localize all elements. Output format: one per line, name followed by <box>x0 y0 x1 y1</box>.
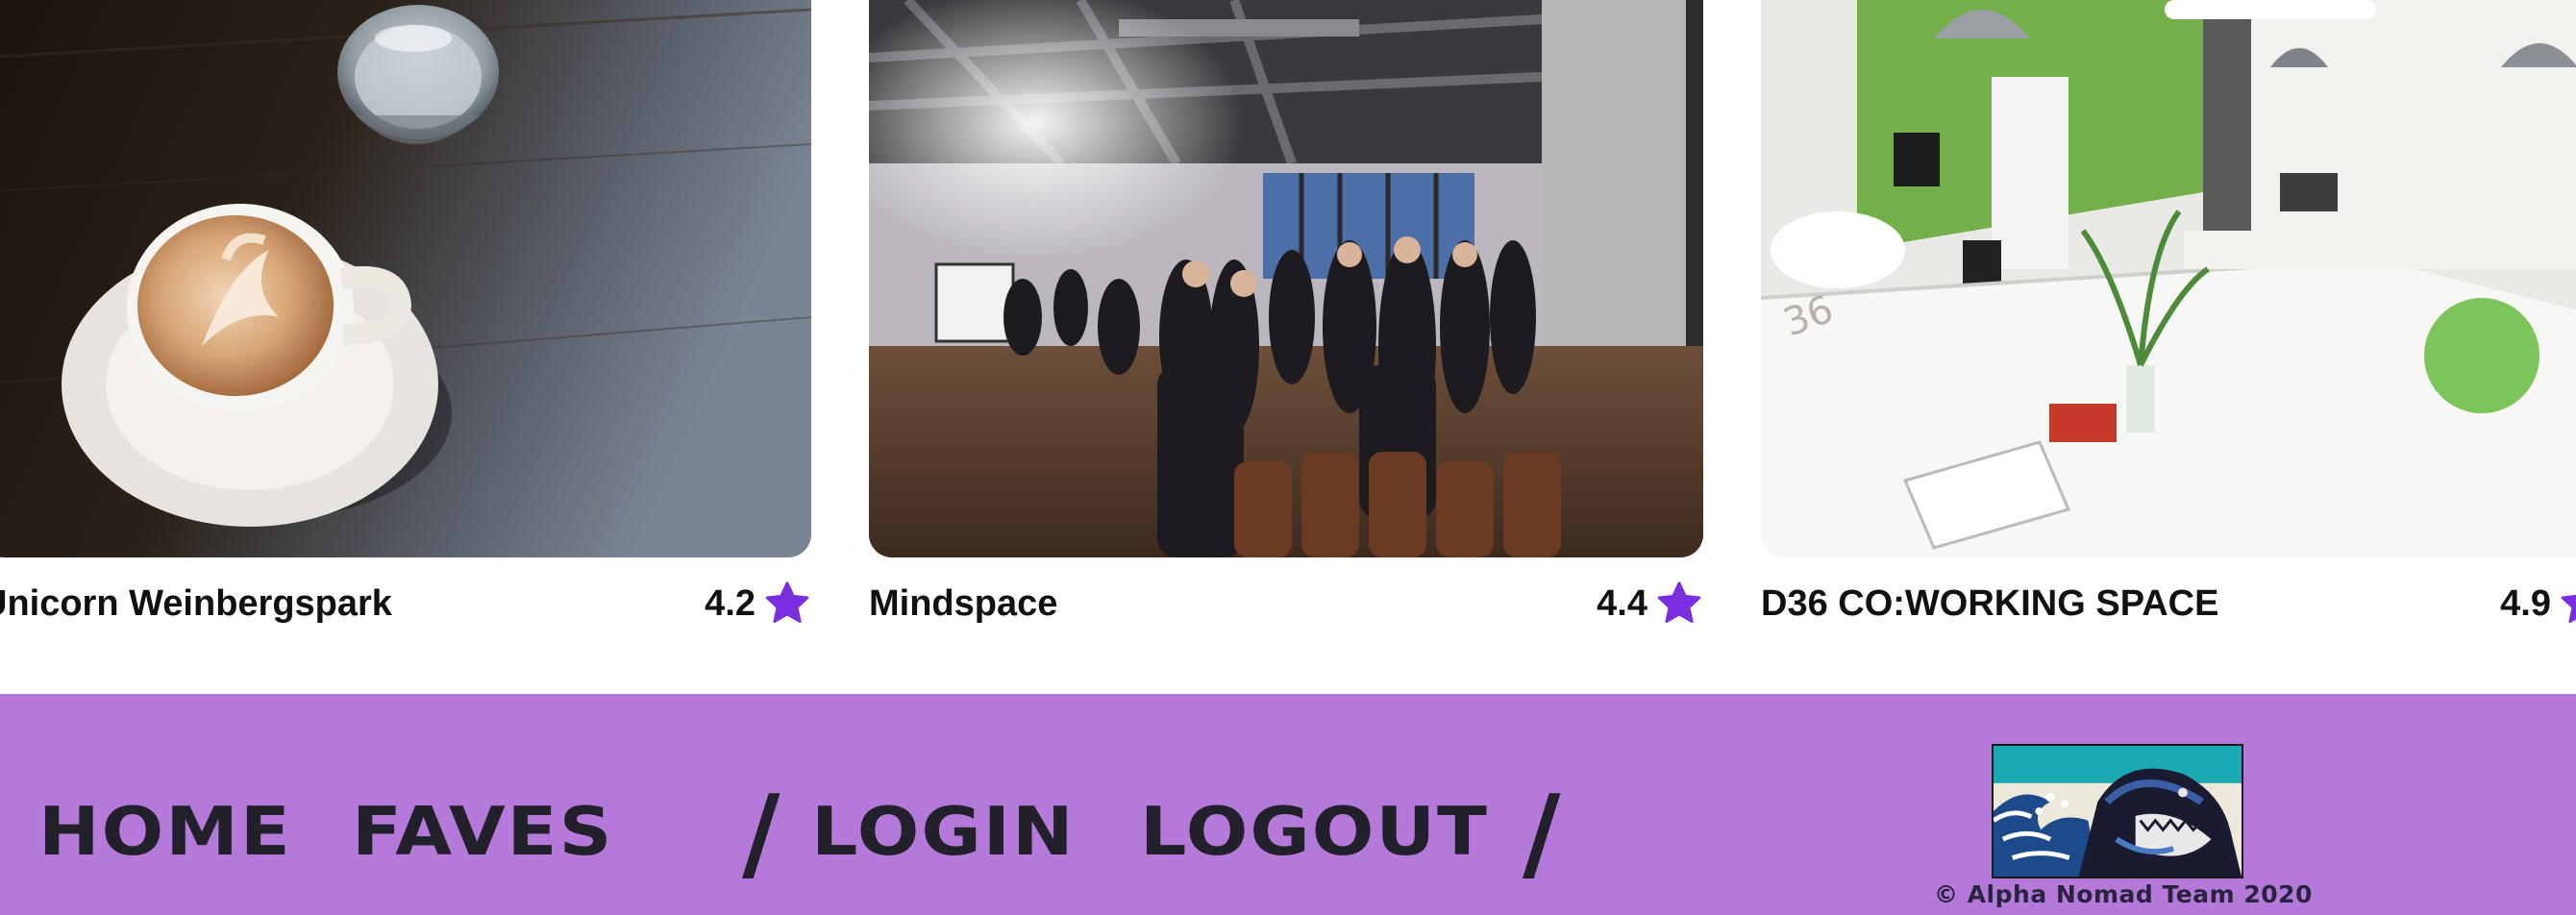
copyright-text: © Alpha Nomad Team 2020 <box>1934 880 2313 908</box>
rating-value: 4.4 <box>1597 582 1647 624</box>
card-title[interactable]: Unicorn Weinbergspark <box>0 579 392 629</box>
card-title[interactable]: Mindspace <box>869 579 1057 629</box>
nav-login-link[interactable]: LOGIN <box>811 798 1076 865</box>
site-footer: HOME FAVES / LOGIN LOGOUT / © Alpha Noma… <box>0 694 2576 915</box>
card-title[interactable]: D36 CO:WORKING SPACE <box>1761 579 2218 629</box>
star-icon <box>2561 594 2576 623</box>
nav-logout-link[interactable]: LOGOUT <box>1140 798 1489 865</box>
nav-faves-link[interactable]: FAVES <box>352 798 613 865</box>
page: Unicorn Weinbergspark 4.2 Mindspace 4.4 … <box>0 0 2576 915</box>
card-photo-event[interactable] <box>869 0 1703 557</box>
card-rating: 4.9 <box>2500 579 2576 629</box>
team-logo[interactable] <box>1992 744 2243 878</box>
rating-value: 4.9 <box>2500 582 2551 624</box>
nav-home-link[interactable]: HOME <box>38 798 292 865</box>
star-icon <box>765 581 809 623</box>
coworking-photo: 36 <box>1761 0 2576 557</box>
card-rating: 4.2 <box>705 579 811 629</box>
coffee-photo <box>0 0 811 557</box>
nav-separator: / <box>742 774 780 894</box>
workspace-cards: Unicorn Weinbergspark 4.2 Mindspace 4.4 … <box>0 0 2576 694</box>
card-rating: 4.4 <box>1597 579 1703 629</box>
card-photo-coffee[interactable] <box>0 0 811 557</box>
star-icon <box>1657 581 1701 623</box>
great-wave-shark-logo <box>1994 746 2242 877</box>
event-photo <box>869 0 1703 557</box>
nav-separator: / <box>1523 774 1561 894</box>
card-photo-coworking[interactable]: 36 <box>1761 0 2576 557</box>
rating-value: 4.2 <box>705 582 755 624</box>
